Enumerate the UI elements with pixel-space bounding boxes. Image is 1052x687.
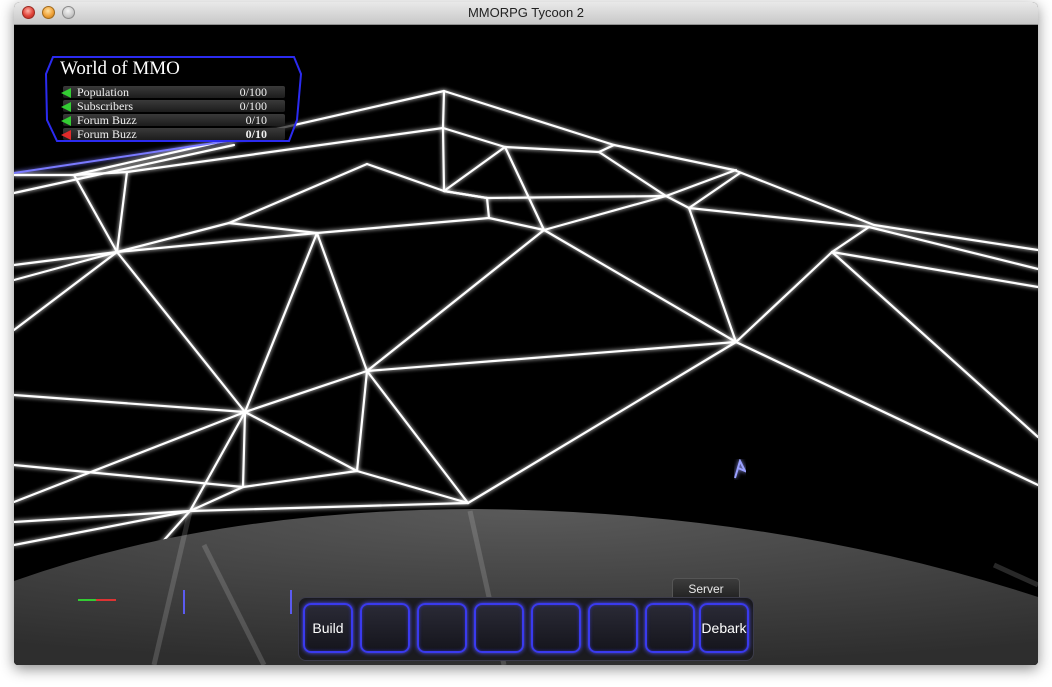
wireframe-edge [542, 194, 668, 232]
wireframe-edge [597, 143, 616, 154]
stat-row-forum-buzz-2: Forum Buzz 0/10 [61, 127, 285, 141]
wireframe-edge [355, 369, 369, 473]
wireframe-edge [115, 231, 319, 254]
wireframe-edge [466, 340, 738, 505]
wireframe-edge [612, 143, 736, 172]
minimap-marker [290, 590, 292, 614]
stat-row-subscribers: Subscribers 0/100 [61, 99, 285, 113]
wireframe-edge [734, 340, 1038, 487]
wireframe-edge [664, 194, 691, 210]
wireframe-edge [503, 145, 601, 154]
stat-value: 0/10 [245, 127, 267, 141]
wireframe-edge [365, 340, 738, 373]
wireframe-edge [734, 250, 834, 344]
trend-arrow-icon [61, 102, 71, 112]
wireframe-edge [355, 469, 470, 505]
build-button[interactable]: Build [303, 603, 353, 653]
stat-row-forum-buzz: Forum Buzz 0/10 [61, 113, 285, 127]
wireframe-edge [687, 206, 871, 229]
stat-label: Population [77, 85, 130, 99]
stat-label: Forum Buzz [77, 127, 137, 141]
wireframe-edge [485, 194, 668, 200]
action-toolbar: Build Debark [298, 597, 754, 661]
world-name: World of MMO [60, 58, 180, 79]
wireframe-edge [872, 223, 1038, 252]
stat-label: Subscribers [77, 99, 133, 113]
wireframe-edge [830, 250, 1038, 289]
tab-server[interactable]: Server [672, 578, 740, 599]
wireframe-edge [732, 168, 876, 227]
wireframe-edge [442, 189, 489, 200]
wireframe-edge [365, 162, 446, 193]
minimize-window-button[interactable] [42, 6, 55, 19]
stat-label: Forum Buzz [77, 113, 137, 127]
trend-arrow-icon [61, 130, 71, 140]
toolbar-slot-4[interactable] [474, 603, 524, 653]
wireframe-edge [115, 250, 247, 414]
title-bar: MMORPG Tycoon 2 [14, 2, 1038, 25]
wireframe-edge [188, 485, 245, 513]
wireframe-edge [485, 196, 491, 220]
stat-value: 0/100 [239, 85, 267, 99]
zoom-window-button[interactable] [62, 6, 75, 19]
wireframe-edge [365, 369, 470, 505]
trend-arrow-icon [61, 88, 71, 98]
minimap-marker [183, 590, 185, 614]
wireframe-edge [315, 216, 491, 235]
wireframe-edge [227, 221, 319, 235]
wireframe-edge [72, 173, 119, 254]
wireframe-edge [503, 145, 546, 232]
wireframe-edge [14, 393, 247, 414]
wireframe-edge [243, 231, 319, 414]
wireframe-edge [441, 126, 507, 149]
debark-button[interactable]: Debark [699, 603, 749, 653]
game-viewport[interactable]: World of MMO Population 0/100 Subscriber… [14, 25, 1038, 665]
wireframe-edge [188, 410, 247, 513]
wireframe-edge [14, 410, 247, 504]
wireframe-edge [241, 410, 247, 489]
wireframe-edge [441, 89, 446, 130]
toolbar-slot-6[interactable] [588, 603, 638, 653]
wireframe-edge [14, 250, 119, 282]
wireframe-edge [243, 369, 369, 414]
game-window: MMORPG Tycoon 2 World of MMO Population … [14, 2, 1038, 665]
world-stats-panel: World of MMO Population 0/100 Subscriber… [45, 56, 302, 142]
wireframe-edge [227, 162, 369, 225]
stat-value: 0/100 [239, 99, 267, 113]
wireframe-edge [243, 410, 359, 473]
wireframe-edge [597, 150, 668, 198]
wireframe-edge [441, 126, 446, 193]
wireframe-edge [115, 170, 129, 254]
wireframe-edge [830, 250, 1038, 439]
toolbar-slot-7[interactable] [645, 603, 695, 653]
toolbar-slot-2[interactable] [360, 603, 410, 653]
wireframe-edge [241, 469, 359, 489]
wireframe-edge [365, 228, 546, 373]
wireframe-edge [542, 228, 738, 344]
wireframe-edge [442, 145, 507, 193]
wireframe-edge [487, 216, 546, 232]
stat-value: 0/10 [245, 113, 267, 127]
window-title: MMORPG Tycoon 2 [467, 5, 585, 20]
wireframe-edge [830, 225, 871, 254]
toolbar-slot-3[interactable] [417, 603, 467, 653]
wireframe-edge [315, 231, 369, 373]
close-window-button[interactable] [22, 6, 35, 19]
cursor-icon [734, 458, 748, 479]
stat-row-population: Population 0/100 [61, 85, 285, 99]
trend-arrow-icon [61, 116, 71, 126]
toolbar-slot-5[interactable] [531, 603, 581, 653]
wireframe-edge [687, 206, 738, 344]
